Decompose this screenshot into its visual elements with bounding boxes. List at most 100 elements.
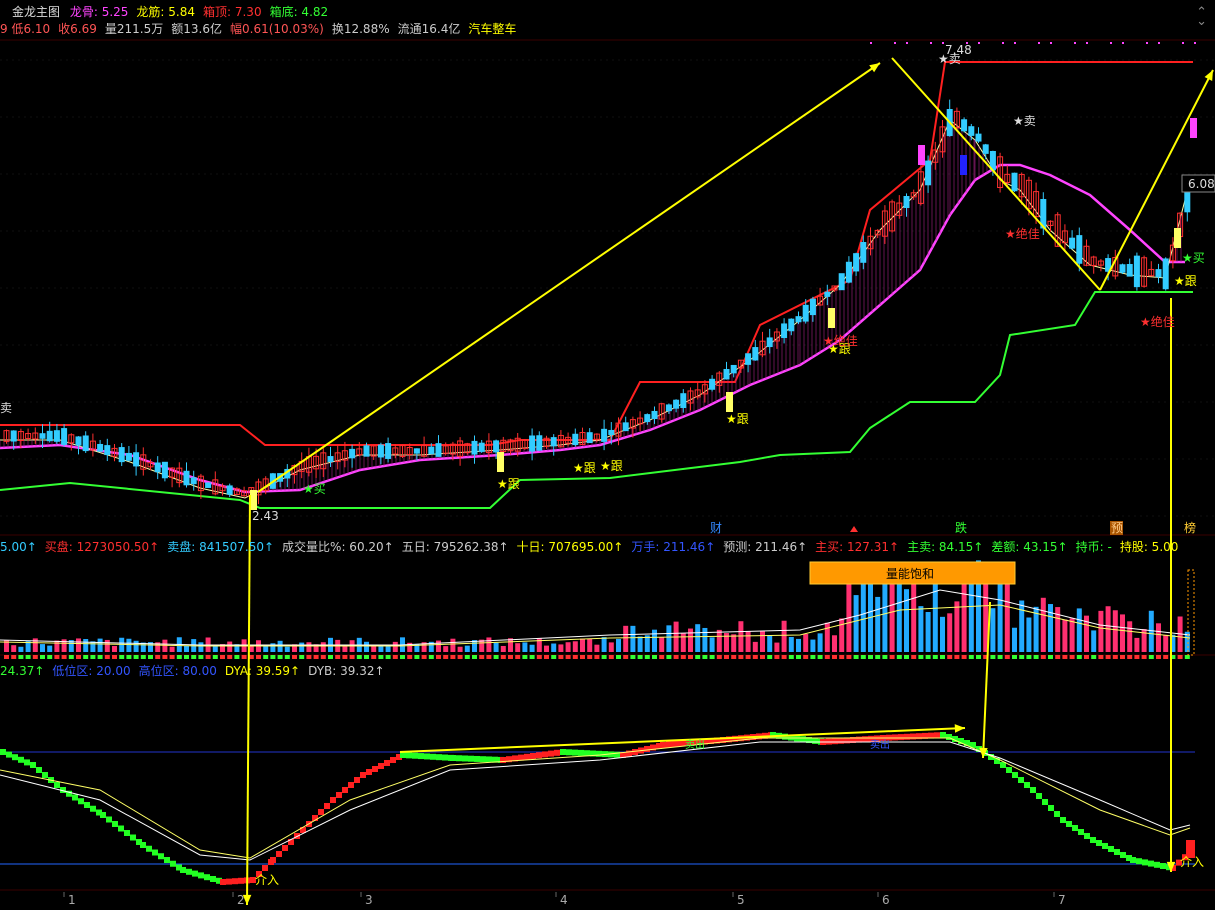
osc-step [1018, 777, 1024, 783]
volume-base-mark [400, 655, 405, 659]
volume-field-11: 持币: - [1075, 540, 1112, 554]
osc-step [1154, 861, 1160, 868]
quote-field-1: 收6.69 [58, 22, 97, 36]
volume-bar [594, 644, 600, 652]
volume-bar [1112, 610, 1118, 652]
volume-bar [486, 637, 492, 652]
osc-step [152, 849, 158, 856]
candle-body [989, 150, 996, 171]
volume-bar [1062, 619, 1068, 652]
volume-base-mark [457, 655, 463, 659]
volume-base-mark [140, 655, 146, 659]
volume-base-mark [263, 655, 269, 659]
volume-base-mark [968, 655, 974, 659]
volume-base-mark [83, 655, 89, 659]
osc-step [282, 845, 288, 851]
volume-bar [112, 646, 117, 652]
volume-base-mark [623, 655, 629, 659]
volume-bar [817, 633, 823, 652]
osc-step [1090, 837, 1096, 843]
osc-step [474, 755, 480, 762]
volume-bar [76, 638, 81, 652]
osc-step [276, 851, 282, 857]
top-marker-dot [942, 42, 944, 44]
volume-base-mark [155, 655, 161, 659]
volume-field-4: 五日: 795262.38↑ [401, 540, 509, 554]
volume-bar [616, 638, 621, 652]
volume-base-mark [947, 655, 953, 659]
volume-bar [457, 646, 463, 652]
volume-base-mark [184, 655, 189, 659]
volume-bar [601, 637, 607, 652]
volume-base-mark [918, 655, 924, 659]
osc-step [210, 876, 216, 882]
volume-bar [623, 625, 629, 652]
osc-step [560, 749, 566, 755]
highlight-candle [1190, 118, 1197, 138]
candle-body [377, 444, 384, 458]
candle-body [349, 448, 356, 459]
volume-base-mark [652, 655, 657, 659]
candle-body [10, 430, 17, 442]
osc-step [940, 732, 946, 738]
volume-base-mark [932, 655, 938, 659]
highlight-candle [497, 452, 504, 472]
volume-base-mark [191, 655, 197, 659]
volume-base-mark [119, 655, 125, 659]
volume-bar [803, 633, 809, 652]
osc-step [0, 749, 6, 755]
volume-bar [1127, 621, 1133, 652]
top-marker-dot [1146, 42, 1148, 44]
star-sell-top: ★卖 [938, 52, 961, 66]
highlight-candle [960, 155, 967, 175]
volume-bar [666, 625, 672, 652]
volume-base-mark [1134, 655, 1140, 659]
osc-field-0: 24.37↑ [0, 664, 45, 678]
osc-step [42, 772, 48, 778]
volume-base-mark [133, 655, 139, 659]
volume-bar [97, 638, 103, 652]
candle-body [529, 435, 536, 452]
volume-base-mark [961, 655, 967, 659]
candle-body [536, 435, 543, 451]
volume-base-mark [306, 655, 312, 659]
osc-step [90, 805, 96, 812]
osc-step [180, 867, 186, 873]
quote-field-5: 换12.88% [331, 22, 390, 36]
chart-canvas[interactable]: 1 2 3 4 5 6 77.48★卖2.436.08卖★卖★跟★跟 ★跟★跟★跟★跟★买★买… [0, 0, 1215, 910]
candle-body [795, 316, 802, 323]
candle-body [673, 399, 680, 409]
volume-base-mark [839, 655, 845, 659]
osc-step [530, 753, 536, 759]
volume-bar [745, 631, 751, 652]
volume-base-mark [860, 655, 866, 659]
volume-base-mark [256, 655, 261, 659]
collapse-icon[interactable]: ⌄ [1196, 14, 1207, 29]
osc-sell-label-2: 卖出 [870, 738, 890, 751]
volume-field-3: 成交量比%: 60.20↑ [282, 540, 394, 554]
candle-body [680, 393, 687, 409]
candle-body [97, 443, 104, 452]
volume-base-mark [493, 655, 499, 659]
volume-field-0: 5.00↑ [0, 540, 37, 554]
volume-bar [40, 644, 45, 652]
volume-ma5 [0, 589, 1191, 646]
osc-step [660, 742, 666, 748]
volume-base-mark [1084, 655, 1089, 659]
volume-base-mark [11, 655, 17, 659]
osc-step [1102, 843, 1108, 849]
osc-step [436, 754, 442, 761]
volume-base-mark [608, 655, 614, 659]
volume-base-mark [529, 655, 535, 659]
volume-bar [544, 645, 549, 652]
volume-base-mark [925, 655, 931, 659]
osc-step [1108, 846, 1114, 852]
volume-bar [364, 641, 369, 652]
candle-body [982, 144, 989, 154]
volume-base-mark [803, 655, 809, 659]
volume-base-mark [443, 655, 449, 659]
top-marker-dot [1110, 42, 1112, 44]
candle-body [788, 318, 795, 332]
osc-step [1048, 805, 1054, 811]
volume-bar [212, 646, 218, 652]
